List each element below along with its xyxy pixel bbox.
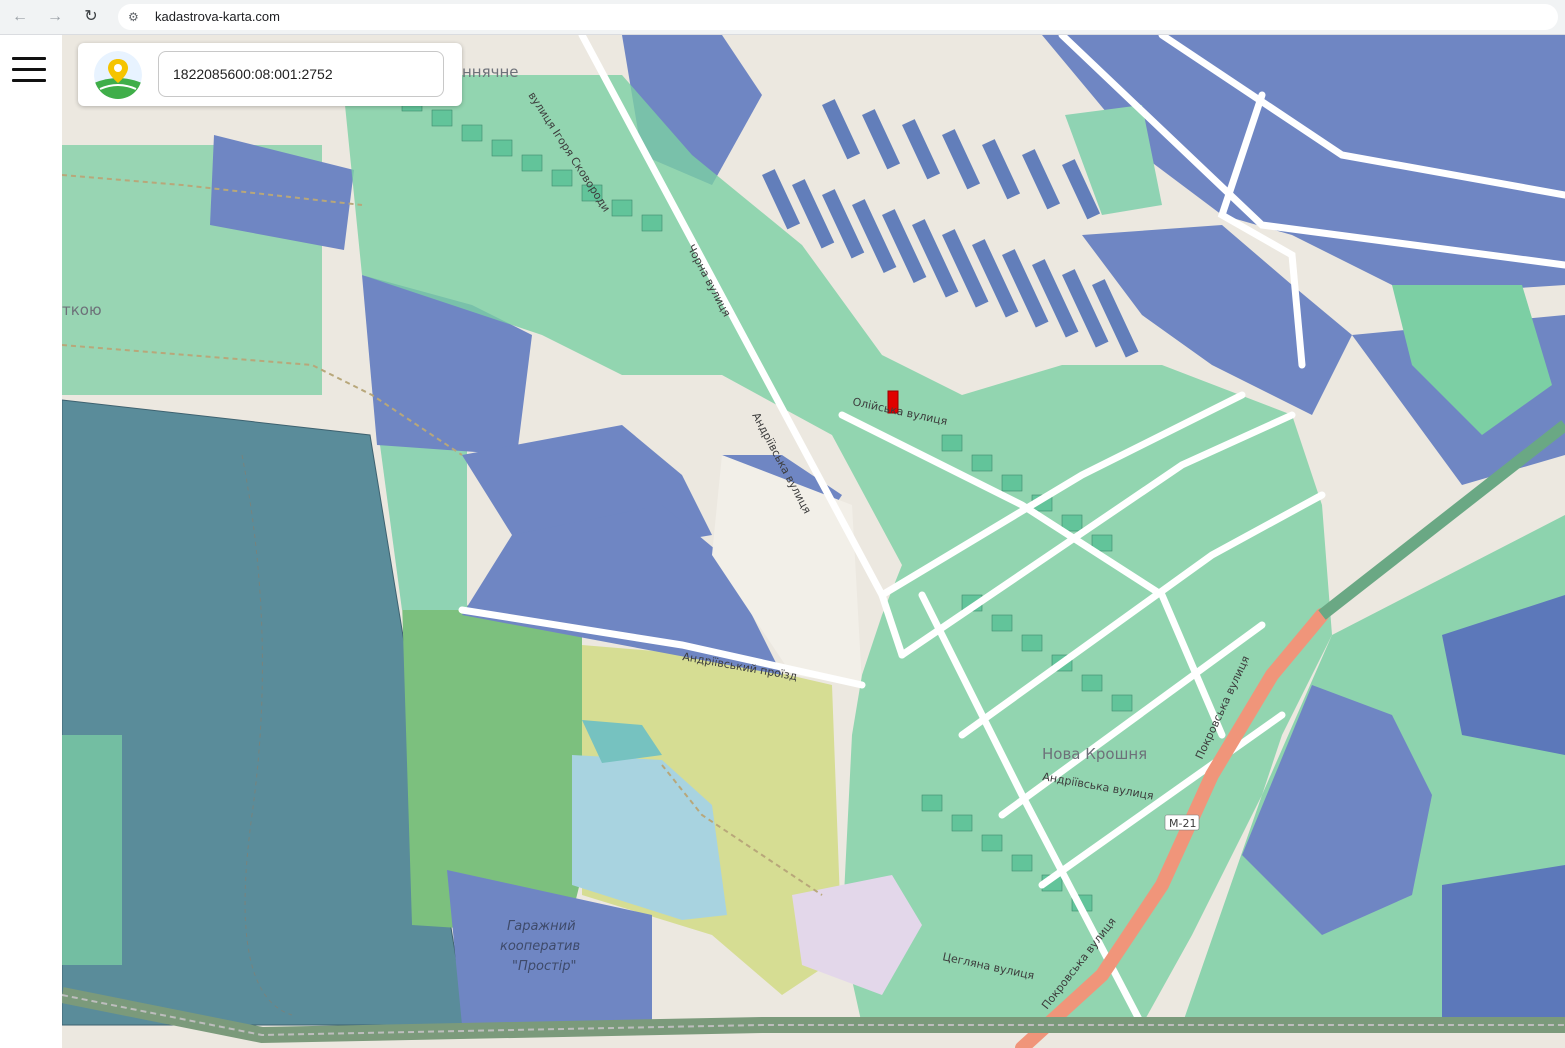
garage-label-line2: кооператив [500,939,580,954]
reload-icon[interactable]: ↻ [80,6,102,28]
map-canvas[interactable]: ннячне ткою Нова Крошня вулиця Ігоря Ско… [62,35,1565,1048]
tune-icon[interactable]: ⚙ [128,9,144,25]
place-label-left: ткою [62,301,102,319]
hamburger-menu-icon[interactable] [12,57,46,83]
garage-label-line3: "Простір" [512,959,577,974]
road-badge-m21: М-21 [1169,817,1196,830]
cadastral-map[interactable]: ннячне ткою Нова Крошня вулиця Ігоря Ско… [62,35,1565,1048]
sidebar [0,35,62,1048]
garage-label-line1: Гаражний [507,919,576,934]
address-bar[interactable]: ⚙ kadastrova-karta.com [118,4,1558,30]
place-label-nova-kroshnia: Нова Крошня [1042,745,1147,763]
browser-toolbar: ← → ↻ ⚙ kadastrova-karta.com [0,0,1565,35]
search-panel [78,43,462,106]
map-pin-logo-icon[interactable] [94,51,142,99]
arrow-left-icon[interactable]: ← [9,6,31,28]
arrow-right-icon[interactable]: → [44,6,66,28]
search-input[interactable] [158,51,444,97]
url-text: kadastrova-karta.com [155,9,280,24]
place-label-top: ннячне [462,63,519,81]
